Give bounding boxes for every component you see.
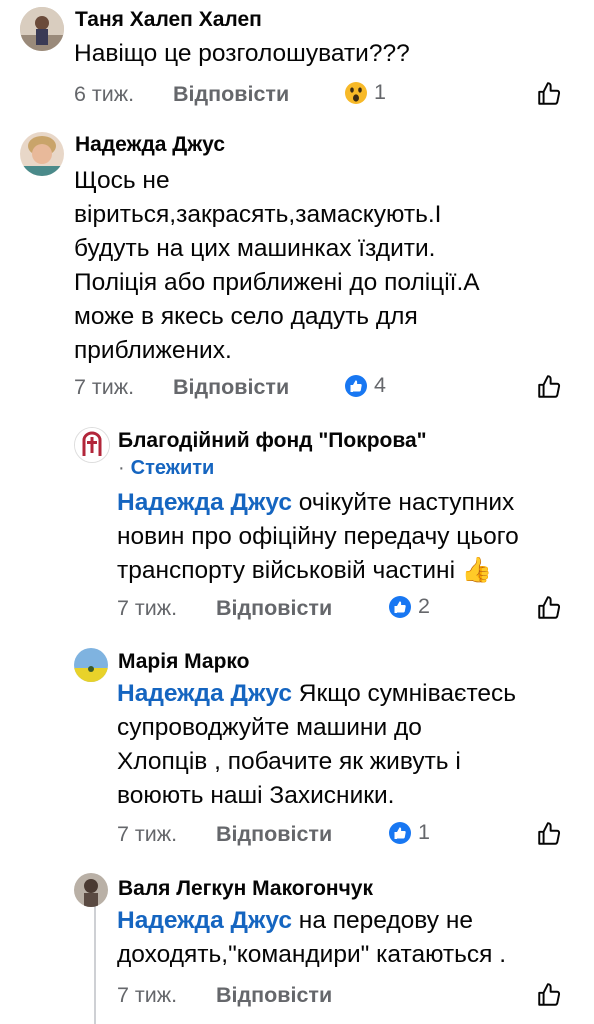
comment-author[interactable]: Надежда Джус [75,132,225,158]
reply-text: Надежда Джус Якщо сумніваєтесь супроводж… [117,680,517,809]
organization-logo [75,428,109,462]
reply-text: Надежда Джус очікуйте наступних новин пр… [117,489,519,584]
avatar[interactable] [74,427,110,463]
like-icon[interactable] [536,821,562,847]
avatar[interactable] [74,648,108,682]
reaction-count: 1 [418,820,430,844]
reaction-summary[interactable]: 1 [344,80,386,105]
comment-time[interactable]: 7 тиж. [74,375,134,400]
like-icon[interactable] [536,595,562,621]
reply-author[interactable]: Валя Легкун Макогончук [118,876,373,902]
reply-button[interactable]: Відповісти [216,596,332,621]
avatar-image [74,648,108,682]
like-icon[interactable] [536,81,562,107]
reply-button[interactable]: Відповісти [216,822,332,847]
reaction-count: 2 [418,594,430,618]
like-reaction-icon [345,374,367,397]
reply-button[interactable]: Відповісти [173,82,289,107]
avatar[interactable] [74,873,108,907]
reply-button[interactable]: Відповісти [173,375,289,400]
avatar-image [20,7,64,51]
reply-time[interactable]: 7 тиж. [117,596,177,621]
reply-time[interactable]: 7 тиж. [117,822,177,847]
like-reaction-icon [389,595,411,618]
mention-link[interactable]: Надежда Джус [117,907,292,934]
reply-author[interactable]: Марія Марко [118,649,250,675]
thread-line [94,905,96,1024]
comment-author[interactable]: Таня Халеп Халеп [75,7,262,33]
avatar-image [20,132,64,176]
avatar[interactable] [20,7,64,51]
reaction-summary[interactable]: 1 [388,820,430,845]
separator-dot: · [118,457,125,479]
avatar[interactable] [20,132,64,176]
comment-text: Щось не віриться,закрасять,замаскують.І … [74,167,480,364]
thumbs-up-emoji: 👍 [461,557,493,584]
follow-button[interactable]: · Стежити [118,457,214,480]
avatar-image [74,873,108,907]
reaction-summary[interactable]: 4 [344,373,386,398]
comment-time[interactable]: 6 тиж. [74,82,134,107]
mention-link[interactable]: Надежда Джус [117,680,292,707]
reply-author[interactable]: Благодійний фонд "Покрова" [118,428,427,454]
wow-icon [345,81,367,104]
comment-text: Навіщо це розголошувати??? [74,40,410,67]
reply-button[interactable]: Відповісти [216,983,332,1008]
mention-link[interactable]: Надежда Джус [117,489,292,516]
like-icon[interactable] [536,374,562,400]
reply-time[interactable]: 7 тиж. [117,983,177,1008]
reaction-summary[interactable]: 2 [388,594,430,619]
reaction-count: 1 [374,80,386,104]
like-icon[interactable] [536,982,562,1008]
like-reaction-icon [389,821,411,844]
reaction-count: 4 [374,373,386,397]
reply-text: Надежда Джус на передову не доходять,"ко… [117,907,507,968]
